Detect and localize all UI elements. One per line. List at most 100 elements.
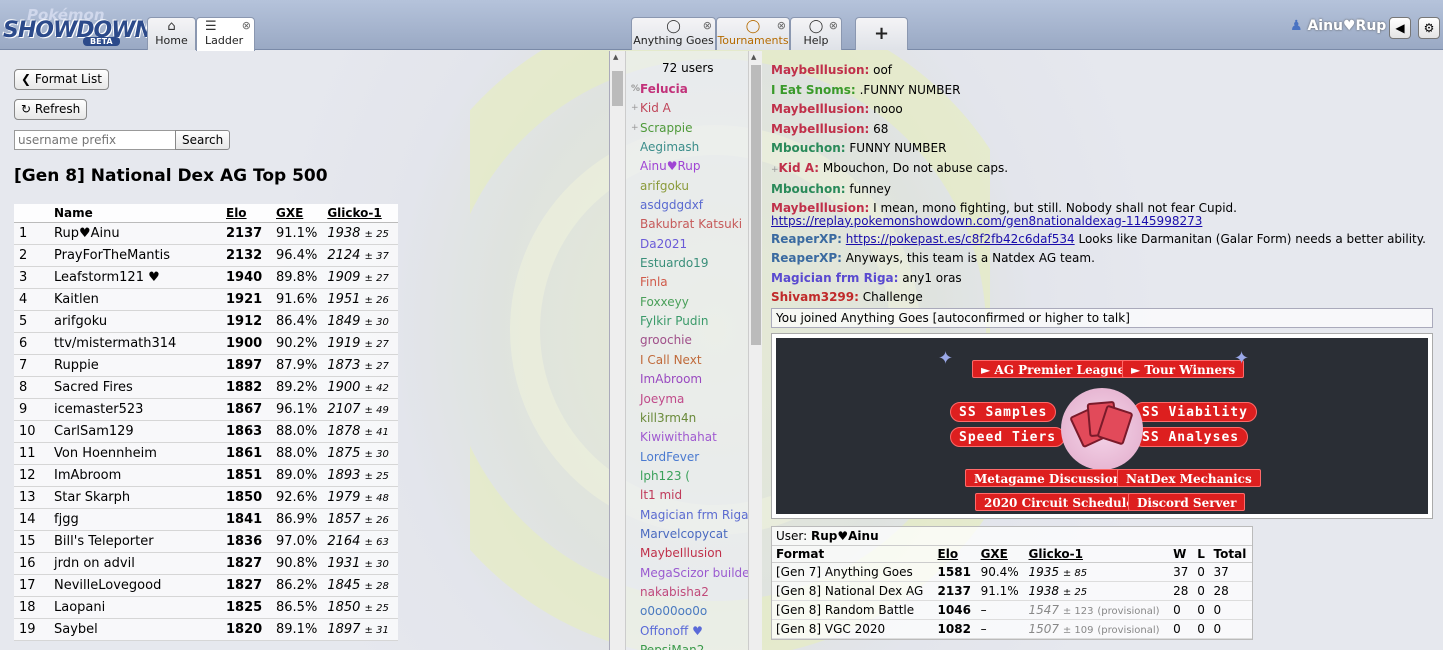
natdex-mechanics-link[interactable]: NatDex Mechanics bbox=[1117, 469, 1261, 487]
chat-username[interactable]: ReaperXP: bbox=[771, 232, 842, 246]
tour-winners-link[interactable]: ► Tour Winners bbox=[1122, 360, 1245, 378]
current-user[interactable]: ♟ Ainu♥Rup bbox=[1290, 18, 1386, 34]
ladder-player-name[interactable]: Kaitlen bbox=[49, 288, 221, 311]
close-icon[interactable]: ⊗ bbox=[242, 19, 251, 32]
chat-username[interactable]: +Kid A: bbox=[771, 161, 819, 175]
col-gxe[interactable]: GXE bbox=[271, 204, 323, 223]
ladder-player-name[interactable]: NevilleLovegood bbox=[49, 574, 221, 597]
ladder-player-name[interactable]: ImAbroom bbox=[49, 464, 221, 487]
user-list-item[interactable]: Fylkir Pudin bbox=[640, 312, 754, 331]
ladder-player-name[interactable]: Laopani bbox=[49, 596, 221, 619]
user-list-item[interactable]: Marvelcopycat bbox=[640, 525, 754, 544]
ladder-player-name[interactable]: arifgoku bbox=[49, 310, 221, 333]
format-list-button[interactable]: ❮ Format List bbox=[14, 69, 109, 90]
col-glicko[interactable]: Glicko-1 bbox=[1024, 546, 1170, 563]
new-tab-button[interactable]: + bbox=[855, 17, 908, 50]
user-list-item[interactable]: arifgoku bbox=[640, 177, 754, 196]
chat-username[interactable]: MaybeIllusion: bbox=[771, 63, 869, 77]
metagame-discussion-link[interactable]: Metagame Discussion bbox=[965, 469, 1131, 487]
ladder-player-name[interactable]: icemaster523 bbox=[49, 398, 221, 421]
user-list-item[interactable]: Finla bbox=[640, 273, 754, 292]
user-list-item[interactable]: nakabisha2 bbox=[640, 583, 754, 602]
user-list-item[interactable]: Da2021 bbox=[640, 235, 754, 254]
ladder-player-name[interactable]: Bill's Teleporter bbox=[49, 530, 221, 553]
user-list-item[interactable]: PepsiMan2 bbox=[640, 641, 754, 650]
user-list-item[interactable]: Joeyma bbox=[640, 390, 754, 409]
user-list-item[interactable]: + Kid A bbox=[631, 99, 754, 118]
stats-format[interactable]: [Gen 8] VGC 2020 bbox=[772, 619, 934, 639]
user-list-item[interactable]: lph123 ( bbox=[640, 467, 754, 486]
chat-link[interactable]: https://pokepast.es/c8f2fb42c6daf534 bbox=[846, 232, 1075, 246]
tab-help[interactable]: ◯ ⊗ Help bbox=[790, 17, 842, 50]
chat-link[interactable]: https://replay.pokemonshowdown.com/gen8n… bbox=[771, 214, 1202, 228]
user-list-item[interactable]: kill3rm4n bbox=[640, 409, 754, 428]
userlist-left-scrollbar[interactable]: ▲ bbox=[610, 51, 626, 650]
ag-premier-league-link[interactable]: ► AG Premier League bbox=[972, 360, 1135, 378]
search-button[interactable]: Search bbox=[175, 130, 231, 150]
col-elo[interactable]: Elo bbox=[221, 204, 271, 223]
user-list-item[interactable]: + Scrappie bbox=[631, 119, 754, 138]
circuit-schedule-link[interactable]: 2020 Circuit Schedule bbox=[975, 493, 1143, 511]
scroll-thumb[interactable] bbox=[751, 65, 761, 345]
col-gxe[interactable]: GXE bbox=[976, 546, 1025, 563]
user-list-item[interactable]: Magician frm Riga bbox=[640, 506, 754, 525]
username-prefix-input[interactable] bbox=[14, 130, 176, 150]
user-list-item[interactable]: Foxxeyy bbox=[640, 293, 754, 312]
discord-server-link[interactable]: Discord Server bbox=[1128, 493, 1246, 511]
scroll-thumb[interactable] bbox=[612, 71, 623, 106]
user-list-item[interactable]: ImAbroom bbox=[640, 370, 754, 389]
user-list-item[interactable]: Ainu♥Rup bbox=[640, 157, 754, 176]
chat-username[interactable]: I Eat Snoms: bbox=[771, 83, 856, 97]
user-list-item[interactable]: I Call Next bbox=[640, 351, 754, 370]
scroll-up-icon[interactable]: ▲ bbox=[751, 53, 756, 61]
user-list-item[interactable]: groochie bbox=[640, 331, 754, 350]
chat-username[interactable]: Shivam3299: bbox=[771, 290, 859, 304]
user-list-item[interactable]: Offonoff ♥ bbox=[640, 622, 754, 641]
chat-username[interactable]: MaybeIllusion: bbox=[771, 102, 869, 116]
user-list-item[interactable]: Aegimash bbox=[640, 138, 754, 157]
ss-viability-link[interactable]: SS Viability bbox=[1133, 402, 1257, 422]
ladder-player-name[interactable]: CarlSam129 bbox=[49, 420, 221, 443]
user-list-item[interactable]: Estuardo19 bbox=[640, 254, 754, 273]
user-list-item[interactable]: LordFever bbox=[640, 448, 754, 467]
chat-username[interactable]: Magician frm Riga: bbox=[771, 271, 898, 285]
ladder-player-name[interactable]: Star Skarph bbox=[49, 486, 221, 509]
userlist-scrollbar[interactable]: ▲ bbox=[748, 51, 762, 650]
user-list-item[interactable]: Bakubrat Katsuki bbox=[640, 215, 754, 234]
close-icon[interactable]: ⊗ bbox=[829, 19, 838, 32]
user-list-item[interactable]: MegaScizor builder bbox=[640, 564, 754, 583]
ladder-player-name[interactable]: fjgg bbox=[49, 508, 221, 531]
ladder-player-name[interactable]: Ruppie bbox=[49, 354, 221, 377]
tab-ladder[interactable]: ☰ ⊗ Ladder bbox=[196, 17, 255, 51]
ladder-player-name[interactable]: ttv/mistermath314 bbox=[49, 332, 221, 355]
refresh-button[interactable]: ↻ Refresh bbox=[14, 99, 88, 120]
chat-username[interactable]: Mbouchon: bbox=[771, 182, 846, 196]
ss-samples-link[interactable]: SS Samples bbox=[950, 402, 1057, 422]
user-stats-name[interactable]: Rup♥Ainu bbox=[811, 529, 879, 543]
scroll-up-icon[interactable]: ▲ bbox=[613, 53, 618, 61]
user-list-item[interactable]: % Felucia bbox=[631, 80, 754, 99]
col-elo[interactable]: Elo bbox=[933, 546, 977, 563]
ladder-player-name[interactable]: Leafstorm121 ♥ bbox=[49, 266, 221, 289]
ladder-player-name[interactable]: Sacred Fires bbox=[49, 376, 221, 399]
ladder-player-name[interactable]: PrayForTheMantis bbox=[49, 244, 221, 267]
showdown-logo[interactable]: Pokémon SHOWDOWN! BETA bbox=[3, 4, 162, 46]
chat-username[interactable]: MaybeIllusion: bbox=[771, 122, 869, 136]
settings-button[interactable]: ⚙ bbox=[1418, 17, 1440, 39]
stats-format[interactable]: [Gen 8] Random Battle bbox=[772, 600, 934, 620]
stats-format[interactable]: [Gen 8] National Dex AG bbox=[772, 581, 934, 601]
ladder-player-name[interactable]: Saybel bbox=[49, 618, 221, 641]
tab-home[interactable]: ⌂ Home bbox=[147, 17, 196, 50]
ladder-player-name[interactable]: jrdn on advil bbox=[49, 552, 221, 575]
tab-tournaments[interactable]: ◯ ⊗ Tournaments bbox=[716, 17, 790, 50]
chat-username[interactable]: MaybeIllusion: bbox=[771, 201, 869, 215]
chat-username[interactable]: ReaperXP: bbox=[771, 251, 842, 265]
sound-button[interactable]: ◀ bbox=[1389, 17, 1411, 39]
user-list-item[interactable]: o0o00oo0o bbox=[640, 602, 754, 621]
close-icon[interactable]: ⊗ bbox=[703, 19, 712, 32]
user-list-item[interactable]: asdgdgdxf bbox=[640, 196, 754, 215]
ss-analyses-link[interactable]: SS Analyses bbox=[1133, 427, 1249, 447]
col-glicko[interactable]: Glicko-1 bbox=[322, 204, 399, 223]
close-icon[interactable]: ⊗ bbox=[777, 19, 786, 32]
ladder-player-name[interactable]: Von Hoennheim bbox=[49, 442, 221, 465]
